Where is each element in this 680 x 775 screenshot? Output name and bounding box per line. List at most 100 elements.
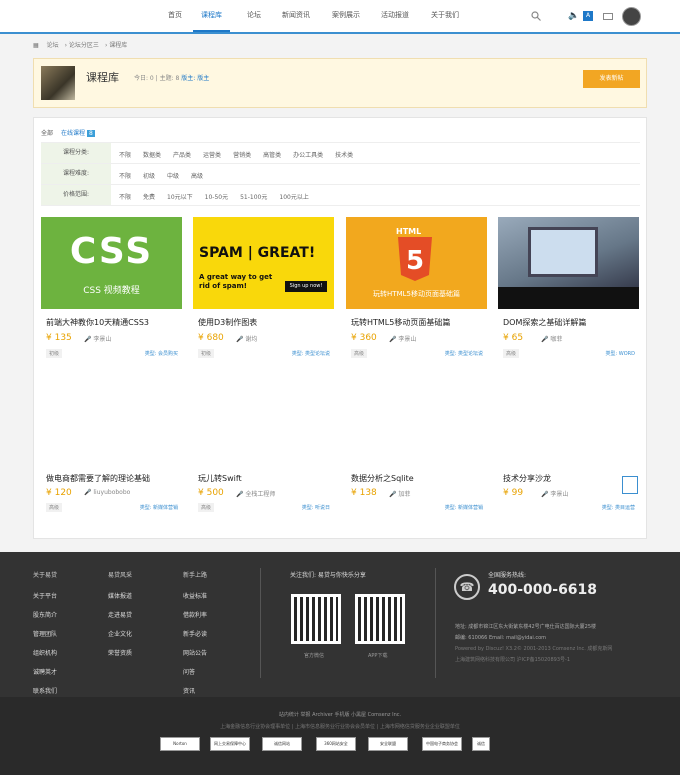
footer-link[interactable]: 问答 xyxy=(183,667,207,676)
course-type[interactable]: 类型: 类型论坛说 xyxy=(445,350,483,357)
nav-item-about[interactable]: 关于我们 xyxy=(431,10,459,20)
filter-option[interactable]: 不限 xyxy=(119,173,131,180)
nav-item-forum[interactable]: 论坛 xyxy=(247,10,261,20)
nav-item-cases[interactable]: 案例展示 xyxy=(332,10,360,20)
trust-badge[interactable]: 诚信 xyxy=(472,737,490,751)
breadcrumb-item[interactable]: 课程库 xyxy=(109,42,127,49)
footer-link[interactable]: 媒体报道 xyxy=(108,591,132,600)
footer-link[interactable]: 资讯 xyxy=(183,686,207,695)
trust-badge[interactable]: 中国电子商务协会 xyxy=(422,737,462,751)
nav-item-courses[interactable]: 课程库 xyxy=(193,10,230,32)
filter-option[interactable]: 技术类 xyxy=(335,152,353,159)
filter-option[interactable]: 产品类 xyxy=(173,152,191,159)
footer-link[interactable]: 荣誉资质 xyxy=(108,648,132,657)
course-title[interactable]: 技术分享沙龙 xyxy=(503,473,551,484)
nav-item-home[interactable]: 首页 xyxy=(168,10,182,20)
course-title[interactable]: 使用D3制作图表 xyxy=(198,317,257,328)
course-card[interactable]: 做电商都需要了解的理论基础 ¥ 120 🎤 liuyubobobo 高级 类型:… xyxy=(41,470,182,530)
footer-link[interactable]: 借款利率 xyxy=(183,610,207,619)
post-new-button[interactable]: 发表新帖 xyxy=(583,70,640,88)
footer-link[interactable]: 管理团队 xyxy=(33,629,57,638)
course-card[interactable]: DOM探索之基础详解篇 ¥ 65 🎤 咖菲 高级 类型: WORD xyxy=(498,217,639,359)
course-price: ¥ 360 xyxy=(351,333,377,343)
filter-option[interactable]: 数据类 xyxy=(143,152,161,159)
trust-badge[interactable]: Norton xyxy=(160,737,200,751)
trust-badge[interactable]: 360网站安全 xyxy=(316,737,356,751)
course-card[interactable]: CSS CSS 视频教程 前端大神教你10天精通CSS3 ¥ 135 🎤 李景山… xyxy=(41,217,182,359)
filter-option[interactable]: 不限 xyxy=(119,152,131,159)
top-nav: 首页 课程库 论坛 新闻资讯 案例展示 活动报道 关于我们 🔈 A xyxy=(0,0,680,34)
app-qr-code xyxy=(355,594,405,644)
course-cover[interactable]: HTML 5 玩转HTML5移动页面基础篇 xyxy=(346,217,487,309)
course-type[interactable]: 类型: 听说日 xyxy=(302,504,330,511)
forum-thumbnail xyxy=(41,66,75,100)
filter-option[interactable]: 初级 xyxy=(143,173,155,180)
filter-option[interactable]: 100元以上 xyxy=(279,194,308,201)
filter-table: 课程分类: 不限 数据类 产品类 运营类 营销类 高管类 办公工具类 技术类 课程难度: 不限… xyxy=(41,142,640,206)
course-title[interactable]: 玩转HTML5移动页面基础篇 xyxy=(351,317,450,328)
filter-option[interactable]: 运营类 xyxy=(203,152,221,159)
filter-option[interactable]: 10元以下 xyxy=(167,194,193,201)
course-title[interactable]: DOM探索之基础详解篇 xyxy=(503,317,586,328)
course-cover[interactable]: SPAM | GREAT! A great way to get rid of … xyxy=(193,217,334,309)
back-to-top-button[interactable] xyxy=(622,476,638,494)
tab-all[interactable]: 全部 xyxy=(41,130,53,137)
footer-links[interactable]: 站内统计 举报 Archiver 手机版 小黑屋 Comsenz Inc. xyxy=(0,711,680,718)
course-list-panel: 全部 在线课程 8 课程分类: 不限 数据类 产品类 运营类 营销类 高管类 办公工具类 技术类… xyxy=(33,117,647,539)
footer-link[interactable]: 走进易贷 xyxy=(108,610,132,619)
course-card[interactable]: SPAM | GREAT! A great way to get rid of … xyxy=(193,217,334,359)
footer-link[interactable]: 关于平台 xyxy=(33,591,57,600)
course-type[interactable]: 类型: 新媒体营销 xyxy=(140,504,178,511)
footer-link[interactable]: 收益标准 xyxy=(183,591,207,600)
filter-option[interactable]: 办公工具类 xyxy=(293,152,323,159)
search-icon[interactable] xyxy=(531,11,541,21)
nav-item-news[interactable]: 新闻资讯 xyxy=(282,10,310,20)
footer-link[interactable]: 诚聘英才 xyxy=(33,667,57,676)
address-text: 地址: 成都市锦江区东大街紫东楼42号广电仕百达国际大厦25楼 xyxy=(455,624,597,630)
breadcrumb-item[interactable]: 论坛分区三 xyxy=(69,42,99,49)
nav-item-events[interactable]: 活动报道 xyxy=(381,10,409,20)
trust-badge[interactable]: 安全联盟 xyxy=(368,737,408,751)
course-type[interactable]: 类型: WORD xyxy=(606,350,635,357)
footer-link[interactable]: 联系我们 xyxy=(33,686,57,695)
footer-link[interactable]: 股东简介 xyxy=(33,610,57,619)
footer-link[interactable]: 组织机构 xyxy=(33,648,57,657)
course-card[interactable]: 数据分析之Sqlite ¥ 138 🎤 加菲 类型: 新媒体营销 xyxy=(346,470,487,530)
course-price: ¥ 65 xyxy=(503,333,524,343)
trust-badge[interactable]: 诚信网站 xyxy=(262,737,302,751)
course-card[interactable]: 玩儿转Swift ¥ 500 🎤 全栈工程师 高级 类型: 听说日 xyxy=(193,470,334,530)
filter-option[interactable]: 中级 xyxy=(167,173,179,180)
tab-online-courses[interactable]: 在线课程 xyxy=(61,130,85,137)
filter-option[interactable]: 10-50元 xyxy=(205,194,228,201)
footer-link[interactable]: 新手必读 xyxy=(183,629,207,638)
breadcrumb-item[interactable]: 论坛 xyxy=(47,42,59,49)
footer-link[interactable]: 网站公告 xyxy=(183,648,207,657)
course-card[interactable]: 技术分享沙龙 ¥ 99 🎤 李景山 类型: 类目运营 xyxy=(498,470,639,530)
footer-link[interactable]: 企业文化 xyxy=(108,629,132,638)
course-type[interactable]: 类型: 会员购买 xyxy=(145,350,178,357)
filter-option[interactable]: 免费 xyxy=(143,194,155,201)
course-cover[interactable] xyxy=(498,217,639,309)
course-title[interactable]: 做电商都需要了解的理论基础 xyxy=(46,473,150,484)
course-type[interactable]: 类型: 新媒体营销 xyxy=(445,504,483,511)
trust-badge[interactable]: 网上交易保障中心 xyxy=(210,737,250,751)
filter-option[interactable]: 高管类 xyxy=(263,152,281,159)
filter-option[interactable]: 51-100元 xyxy=(240,194,267,201)
moderator-link[interactable]: 版主: 版主 xyxy=(181,75,209,82)
filter-label: 价格范围: xyxy=(41,185,111,205)
course-card[interactable]: HTML 5 玩转HTML5移动页面基础篇 玩转HTML5移动页面基础篇 ¥ 3… xyxy=(346,217,487,359)
speaker-icon[interactable]: 🔈 xyxy=(568,11,579,21)
mail-icon[interactable] xyxy=(603,13,613,20)
course-title[interactable]: 数据分析之Sqlite xyxy=(351,473,414,484)
filter-option[interactable]: 营销类 xyxy=(233,152,251,159)
course-title[interactable]: 玩儿转Swift xyxy=(198,473,242,484)
course-title[interactable]: 前端大神教你10天精通CSS3 xyxy=(46,317,149,328)
filter-option[interactable]: 高级 xyxy=(191,173,203,180)
avatar[interactable] xyxy=(622,7,641,26)
course-cover[interactable]: CSS CSS 视频教程 xyxy=(41,217,182,309)
home-icon[interactable]: ▦ xyxy=(33,42,39,49)
course-type[interactable]: 类型: 类型论坛说 xyxy=(292,350,330,357)
font-size-badge[interactable]: A xyxy=(583,11,593,21)
filter-option[interactable]: 不限 xyxy=(119,194,131,201)
course-type[interactable]: 类型: 类目运营 xyxy=(602,504,635,511)
